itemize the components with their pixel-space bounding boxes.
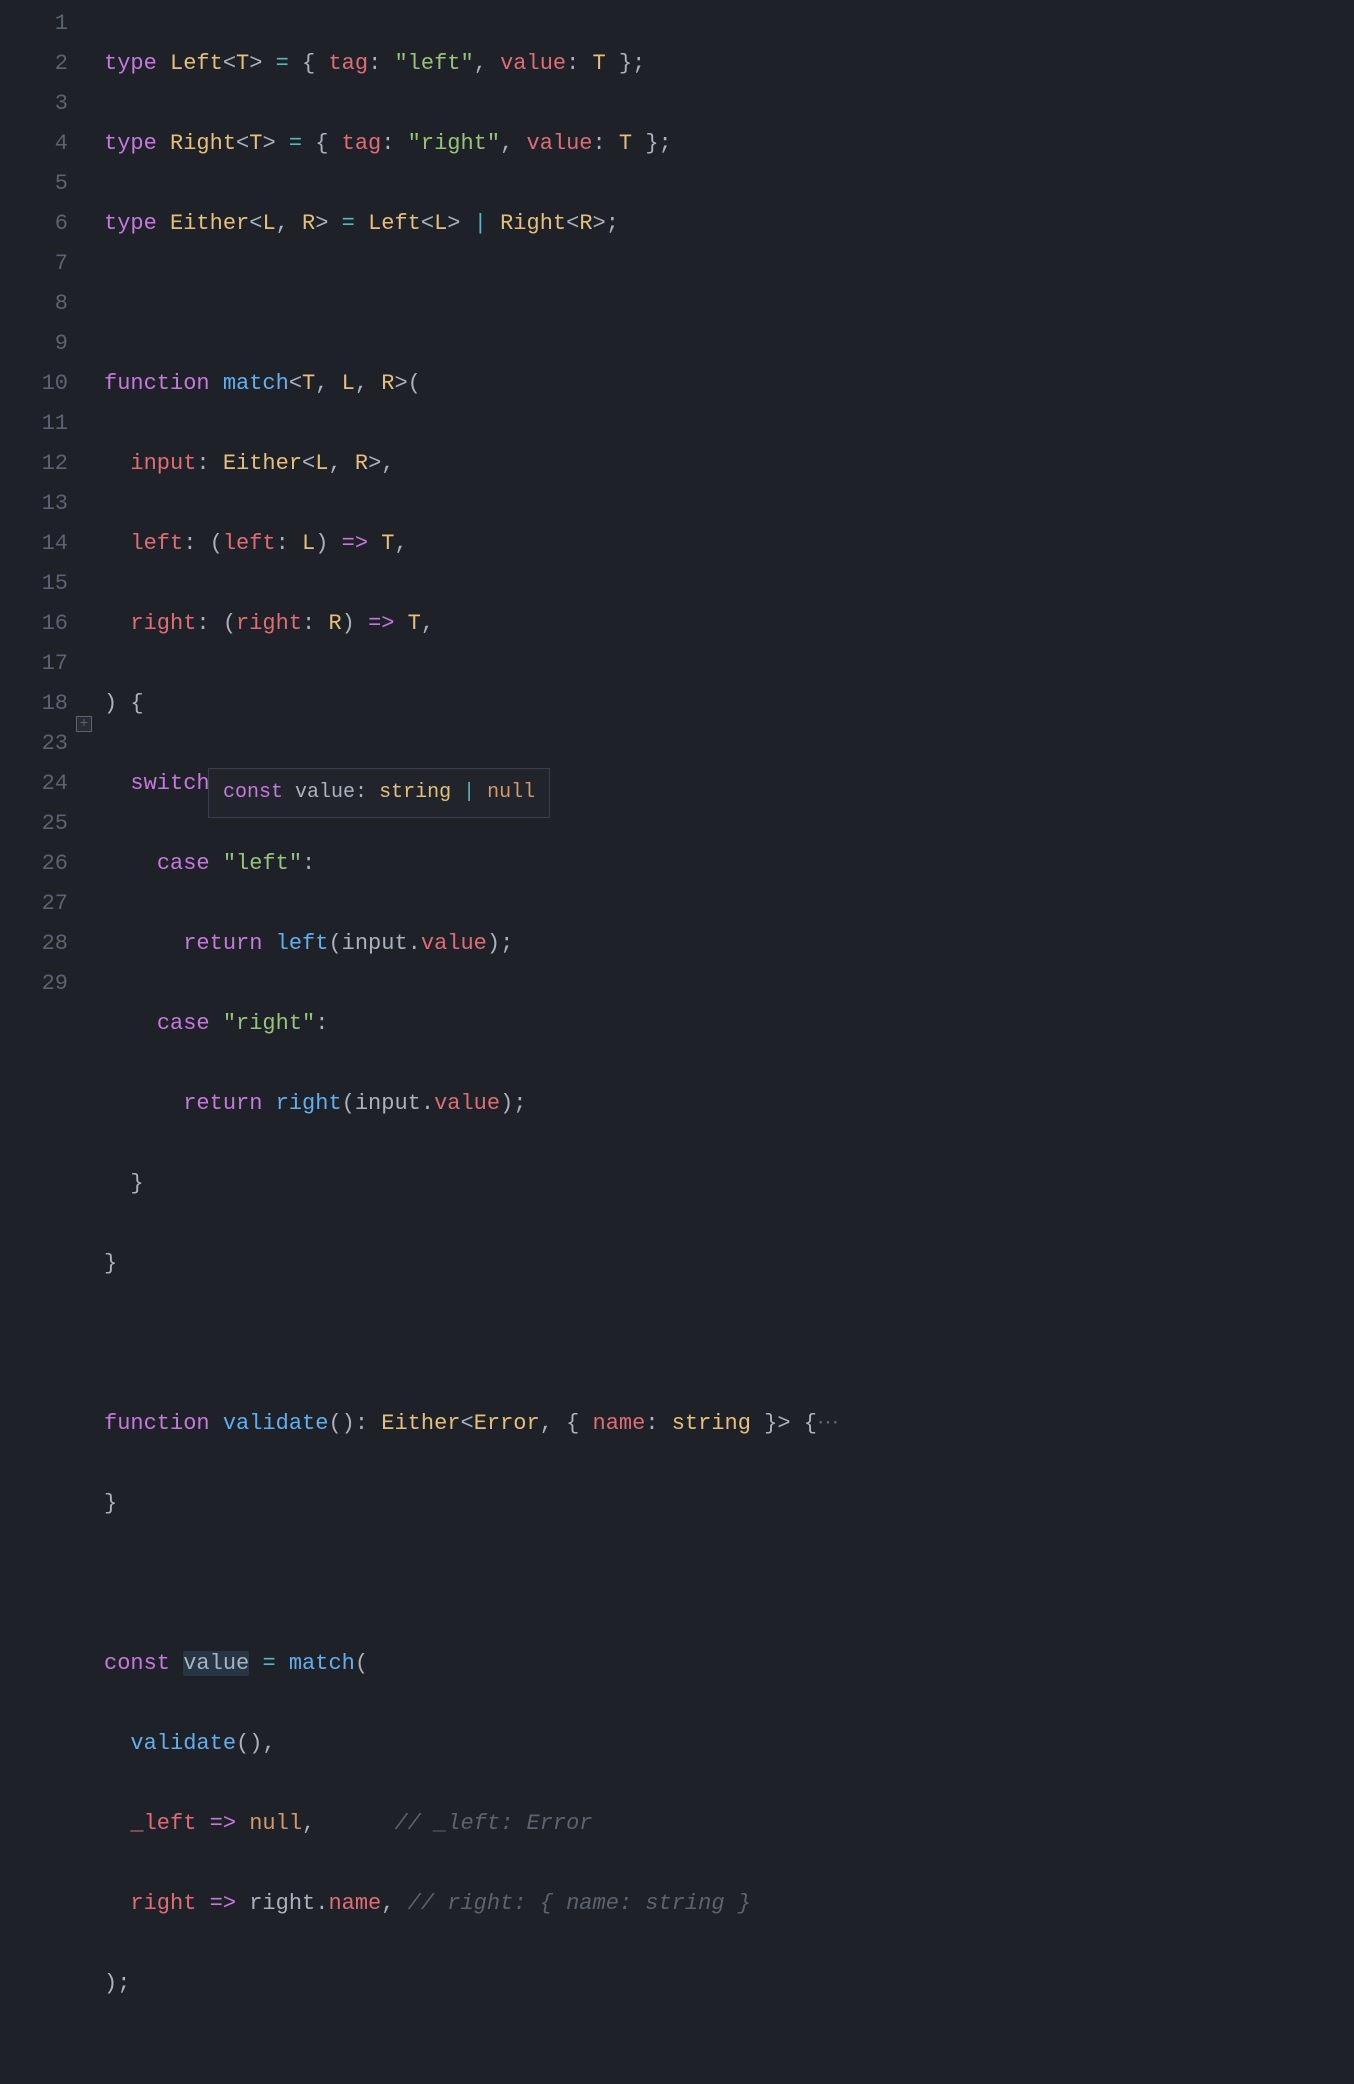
- code-line[interactable]: input: Either<L, R>,: [104, 444, 1354, 484]
- code-line[interactable]: _left => null, // _left: Error: [104, 1804, 1354, 1844]
- code-line[interactable]: ) {: [104, 684, 1354, 724]
- function-name: match: [223, 371, 289, 396]
- keyword-type: type: [104, 51, 157, 76]
- code-line[interactable]: type Left<T> = { tag: "left", value: T }…: [104, 44, 1354, 84]
- code-line[interactable]: }: [104, 1484, 1354, 1524]
- line-number: 5: [0, 164, 68, 204]
- fold-expand-icon[interactable]: +: [76, 716, 92, 732]
- fold-gutter: +: [76, 4, 96, 2084]
- code-line[interactable]: [104, 284, 1354, 324]
- code-line[interactable]: [104, 1324, 1354, 1364]
- line-number: 14: [0, 524, 68, 564]
- line-number: 18: [0, 684, 68, 724]
- line-number-gutter: 1 2 3 4 5 6 7 8 9 10 11 12 13 14 15 16 1…: [0, 4, 76, 2084]
- line-number: 23: [0, 724, 68, 764]
- line-number: 10: [0, 364, 68, 404]
- code-line[interactable]: function match<T, L, R>(: [104, 364, 1354, 404]
- comment: // right: { name: string }: [408, 1891, 751, 1916]
- line-number: 26: [0, 844, 68, 884]
- line-number: 4: [0, 124, 68, 164]
- code-line[interactable]: validate(),: [104, 1724, 1354, 1764]
- line-number: 15: [0, 564, 68, 604]
- line-number: 28: [0, 924, 68, 964]
- code-line[interactable]: );: [104, 1964, 1354, 2004]
- comment: // _left: Error: [394, 1811, 592, 1836]
- line-number: 6: [0, 204, 68, 244]
- line-number: 12: [0, 444, 68, 484]
- line-number: 17: [0, 644, 68, 684]
- line-number: 25: [0, 804, 68, 844]
- line-number: 16: [0, 604, 68, 644]
- code-line[interactable]: case "left":: [104, 844, 1354, 884]
- code-line[interactable]: right => right.name, // right: { name: s…: [104, 1884, 1354, 1924]
- code-line[interactable]: }: [104, 1164, 1354, 1204]
- line-number: 7: [0, 244, 68, 284]
- code-line[interactable]: type Either<L, R> = Left<L> | Right<R>;: [104, 204, 1354, 244]
- code-line[interactable]: [104, 1564, 1354, 1604]
- line-number: 24: [0, 764, 68, 804]
- line-number: 1: [0, 4, 68, 44]
- line-number: 29: [0, 964, 68, 1004]
- code-line-folded[interactable]: function validate(): Either<Error, { nam…: [104, 1404, 1354, 1444]
- type-hover-tooltip: const value: string | null: [208, 768, 550, 818]
- code-line[interactable]: left: (left: L) => T,: [104, 524, 1354, 564]
- code-line[interactable]: }: [104, 1244, 1354, 1284]
- code-area[interactable]: type Left<T> = { tag: "left", value: T }…: [96, 4, 1354, 2084]
- line-number: 2: [0, 44, 68, 84]
- line-number: 3: [0, 84, 68, 124]
- hovered-identifier[interactable]: value: [183, 1651, 249, 1676]
- code-line[interactable]: return right(input.value);: [104, 1084, 1354, 1124]
- code-editor[interactable]: 1 2 3 4 5 6 7 8 9 10 11 12 13 14 15 16 1…: [0, 0, 1354, 2084]
- line-number: 8: [0, 284, 68, 324]
- line-number: 13: [0, 484, 68, 524]
- type-name: Left: [170, 51, 223, 76]
- code-line[interactable]: type Right<T> = { tag: "right", value: T…: [104, 124, 1354, 164]
- line-number: 11: [0, 404, 68, 444]
- fold-ellipsis-icon[interactable]: ⋯: [817, 1411, 840, 1436]
- code-line[interactable]: return left(input.value);: [104, 924, 1354, 964]
- code-line[interactable]: case "right":: [104, 1004, 1354, 1044]
- line-number: 27: [0, 884, 68, 924]
- code-line[interactable]: const value = match(: [104, 1644, 1354, 1684]
- line-number: 9: [0, 324, 68, 364]
- code-line[interactable]: right: (right: R) => T,: [104, 604, 1354, 644]
